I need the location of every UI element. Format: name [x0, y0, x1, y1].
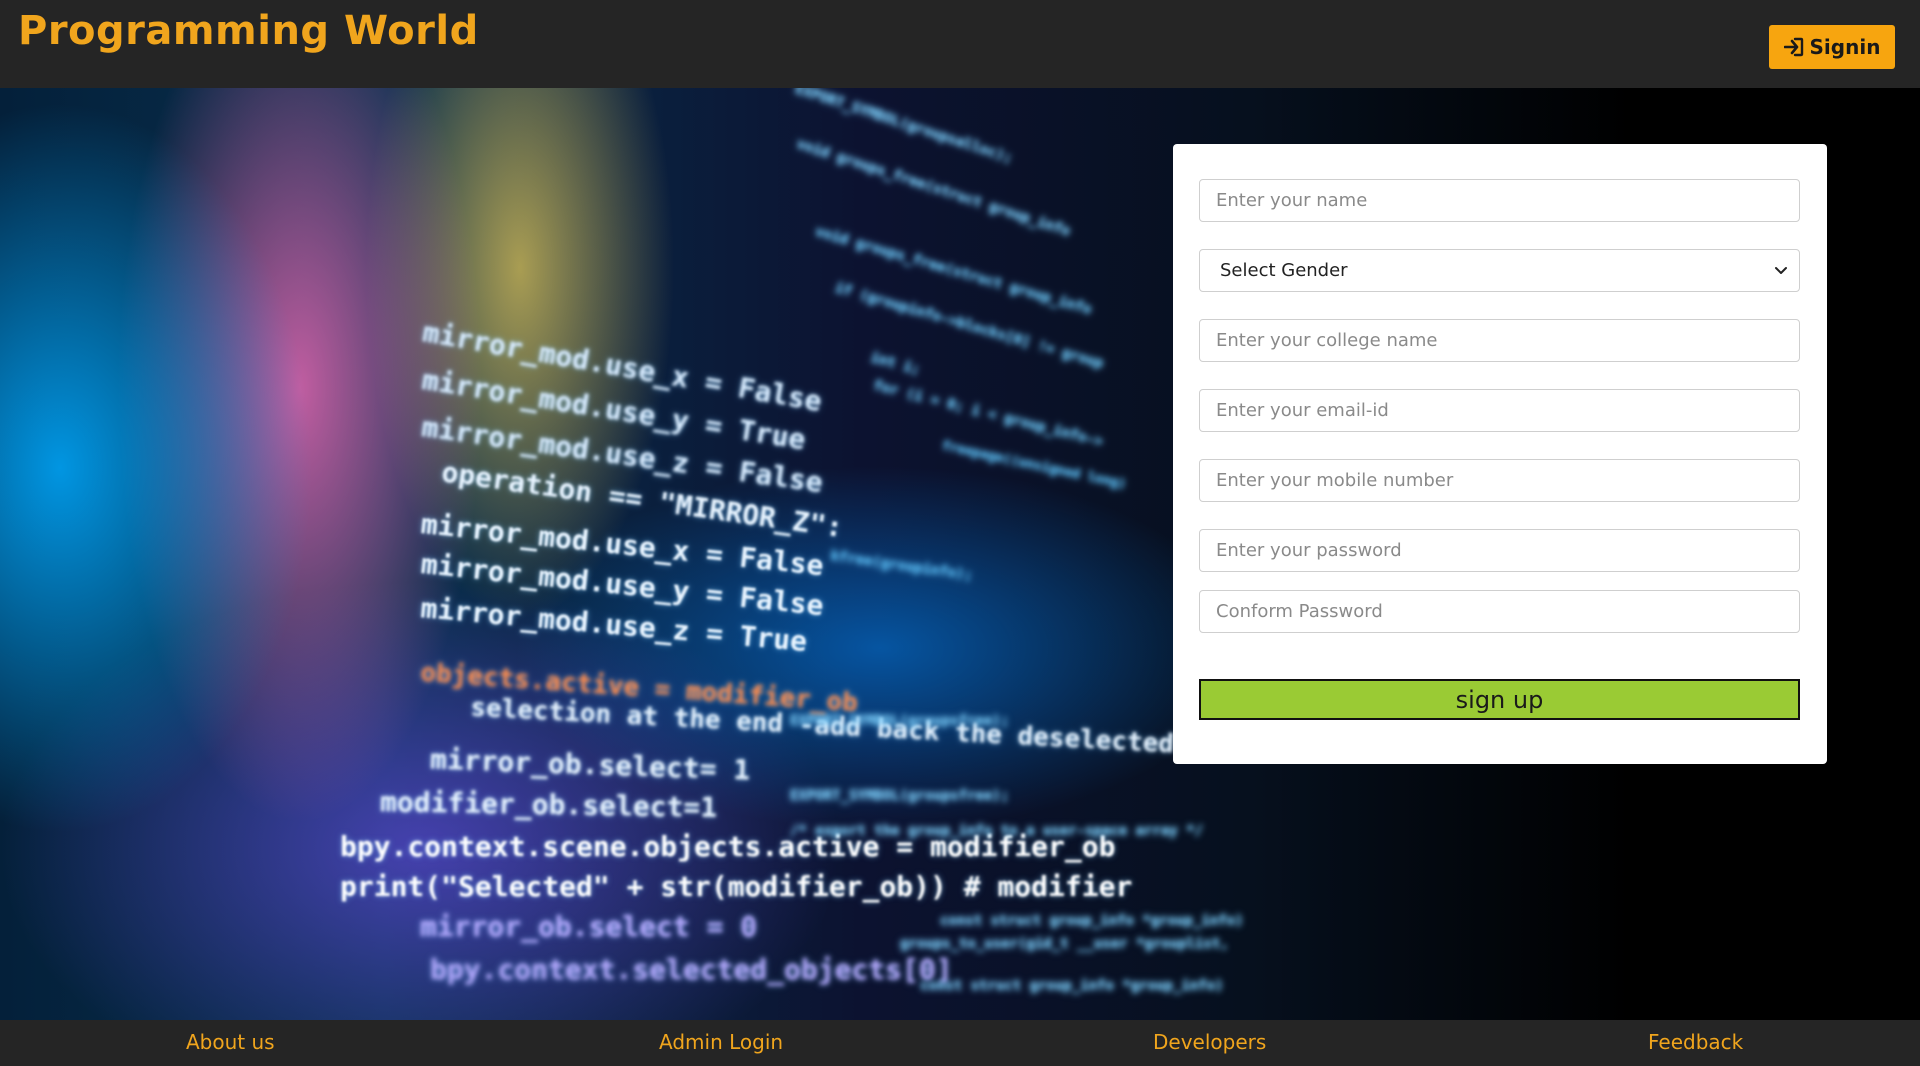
signin-label: Signin [1809, 35, 1881, 59]
code-line: EXPORT_SYMBOL(groupsfree); [790, 713, 1010, 729]
footer-link-developers[interactable]: Developers [1153, 1030, 1266, 1054]
code-line: freepage((unsigned long) [940, 438, 1128, 493]
sign-in-icon [1783, 37, 1803, 57]
code-line: operation == "MIRROR_Z": [439, 455, 845, 544]
top-navbar: Programming World Signin [0, 0, 1920, 88]
code-line: mirror_mod.use_z = False [419, 410, 825, 499]
footer-link-feedback[interactable]: Feedback [1648, 1030, 1743, 1054]
code-line: mirror_ob.select = 0 [420, 910, 758, 943]
footer-bar: About us Admin Login Developers Feedback [0, 1020, 1920, 1066]
footer-link-admin-login[interactable]: Admin Login [659, 1030, 783, 1054]
code-line: void groups_free(struct group_info [813, 223, 1094, 319]
email-input[interactable] [1199, 389, 1800, 432]
code-line: EXPORT_SYMBOL(groupsfree); [790, 788, 1010, 804]
gender-select-wrap: Select Gender [1199, 249, 1800, 292]
code-line: /* export the group_info to a user-space… [790, 823, 1204, 839]
code-line: if (groupinfo->blocks[0] != group [833, 279, 1105, 373]
code-line: mirror_ob.select= 1 [429, 742, 751, 787]
password-input[interactable] [1199, 529, 1800, 572]
code-line: print("Selected" + str(modifier_ob)) # m… [340, 870, 1133, 903]
mobile-input[interactable] [1199, 459, 1800, 502]
code-line: selection at the end -add back the desel… [469, 692, 1175, 760]
code-line: mirror_mod.use_z = True [419, 591, 809, 658]
code-line: const struct group_info *group_info) [920, 978, 1224, 994]
confirm-password-input[interactable] [1199, 590, 1800, 633]
footer-link-about[interactable]: About us [186, 1030, 275, 1054]
code-line: for (i = 0; i < group_info-> [871, 377, 1105, 451]
gender-select[interactable]: Select Gender [1199, 249, 1800, 292]
code-line: void groups_free(struct group_info [794, 136, 1073, 240]
code-line: objects.active = modifier_ob [419, 657, 859, 719]
code-line: bpy.context.scene.objects.active = modif… [340, 830, 1116, 863]
code-line: const struct group_info *group_info) [940, 913, 1244, 929]
code-line: modifier_ob.select=1 [379, 785, 718, 824]
signup-button[interactable]: sign up [1199, 679, 1800, 720]
code-line: mirror_mod.use_y = False [419, 546, 826, 623]
signup-form-card: Select Gender sign up [1173, 144, 1827, 764]
brand-title[interactable]: Programming World [18, 8, 479, 54]
code-line: mirror_mod.use_y = True [419, 362, 808, 457]
code-line: EXPORT_SYMBOL(groupsalloc); [793, 88, 1015, 167]
code-line: kfree(groupinfo); [829, 548, 974, 584]
code-line: mirror_mod.use_x = False [419, 506, 826, 583]
code-line: bpy.context.selected_objects[0] [430, 953, 953, 986]
code-line: int i; [868, 349, 922, 379]
code-line: groups_to_user(gid_t __user *grouplist, [900, 936, 1229, 952]
name-input[interactable] [1199, 179, 1800, 222]
code-line: mirror_mod.use_x = False [420, 315, 825, 418]
signin-button[interactable]: Signin [1769, 25, 1895, 69]
college-input[interactable] [1199, 319, 1800, 362]
